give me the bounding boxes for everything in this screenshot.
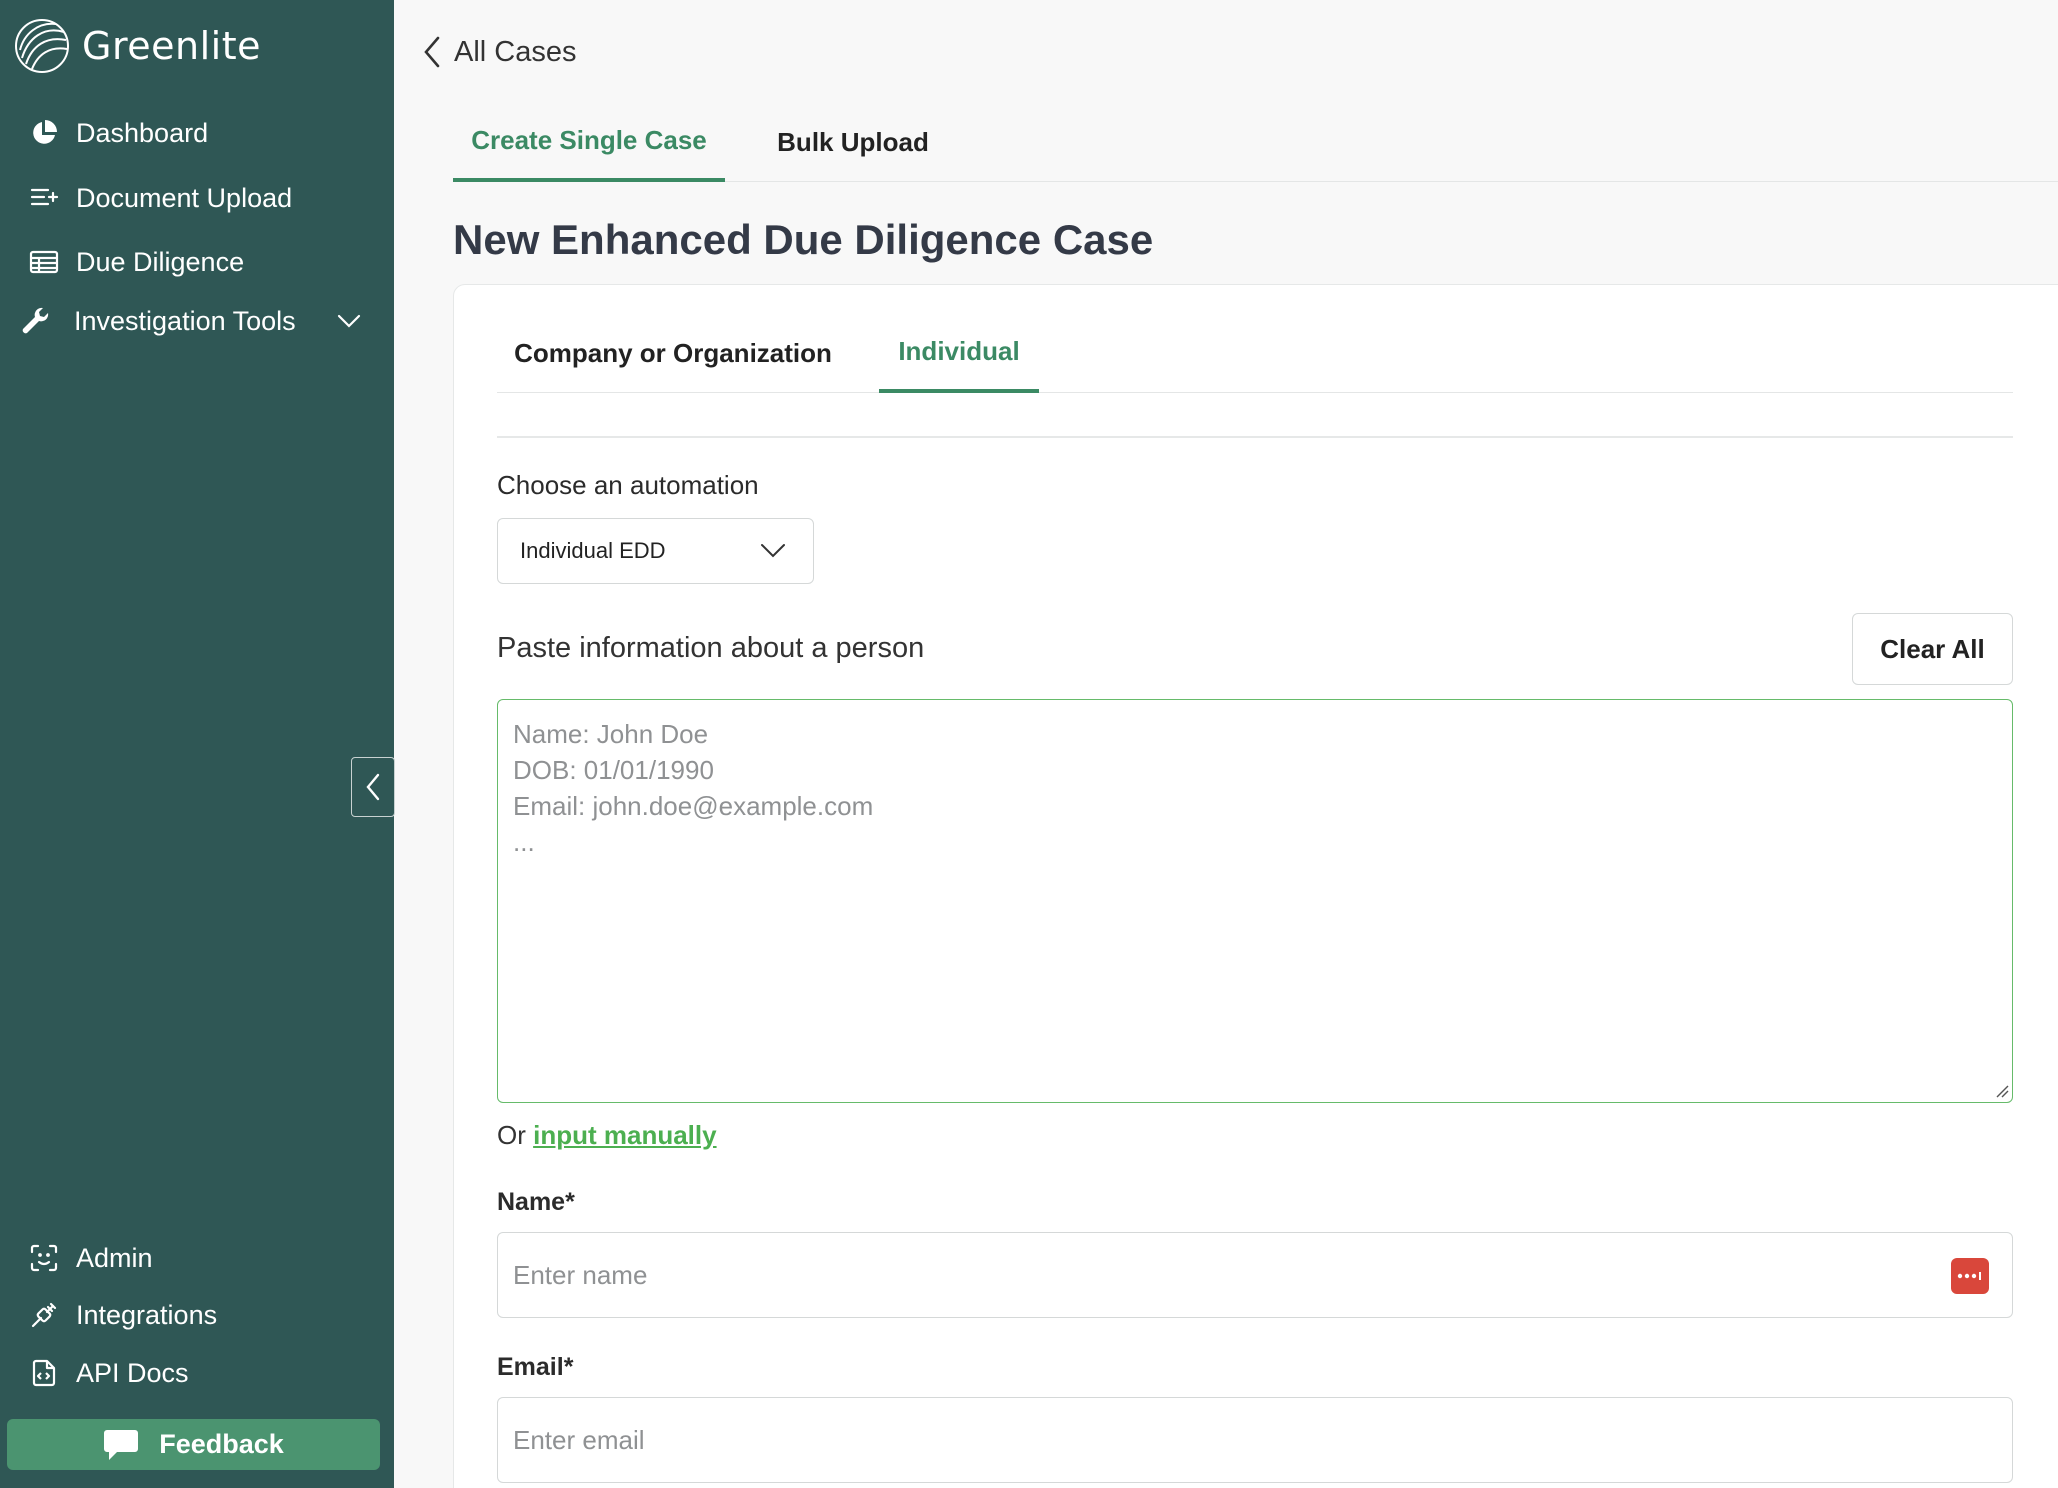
face-scan-icon	[28, 1242, 60, 1274]
email-label: Email*	[497, 1353, 574, 1381]
app-name: Greenlite	[82, 24, 261, 68]
entity-type-tabs: Company or Organization Individual	[497, 320, 2013, 393]
email-input[interactable]	[498, 1398, 2012, 1482]
divider	[497, 436, 2013, 438]
chevron-down-icon	[761, 544, 785, 558]
plug-icon	[28, 1299, 60, 1331]
resize-grip-icon[interactable]	[1995, 1084, 2009, 1098]
case-mode-tabs: Create Single Case Bulk Upload	[453, 112, 2058, 182]
greenlite-logo-icon	[15, 19, 69, 73]
sidebar: Greenlite Dashboard Document Upload Due …	[0, 0, 394, 1488]
tab-company-or-organization[interactable]: Company or Organization	[497, 320, 849, 393]
sidebar-item-label: API Docs	[76, 1357, 189, 1388]
table-icon	[28, 246, 60, 278]
name-input[interactable]	[498, 1233, 2012, 1317]
pie-chart-icon	[28, 117, 60, 149]
sidebar-item-label: Due Diligence	[76, 246, 245, 277]
feedback-label: Feedback	[159, 1429, 284, 1459]
sidebar-item-investigation-tools[interactable]: Investigation Tools	[20, 297, 296, 345]
sidebar-item-api-docs[interactable]: API Docs	[28, 1349, 189, 1397]
sidebar-item-document-upload[interactable]: Document Upload	[28, 174, 292, 222]
back-link-label: All Cases	[454, 35, 577, 68]
tab-individual[interactable]: Individual	[879, 320, 1039, 393]
chat-bubble-icon	[104, 1429, 139, 1460]
sidebar-item-label: Dashboard	[76, 117, 209, 148]
document-code-icon	[28, 1357, 60, 1389]
automation-selected-value: Individual EDD	[520, 538, 666, 563]
wrench-icon	[20, 305, 52, 337]
page-title: New Enhanced Due Diligence Case	[453, 216, 1154, 263]
automation-label: Choose an automation	[497, 470, 759, 500]
automation-select[interactable]: Individual EDD	[497, 518, 814, 584]
sidebar-item-dashboard[interactable]: Dashboard	[28, 109, 208, 157]
manual-input-prefix: Or	[497, 1120, 534, 1150]
tab-bulk-upload[interactable]: Bulk Upload	[743, 112, 963, 182]
sidebar-item-label: Integrations	[76, 1299, 218, 1330]
logo[interactable]: Greenlite	[14, 16, 261, 76]
sidebar-item-label: Investigation Tools	[74, 305, 296, 336]
dots-icon	[1957, 1272, 1981, 1280]
back-to-all-cases-link[interactable]: All Cases	[420, 34, 577, 70]
sidebar-item-admin[interactable]: Admin	[28, 1234, 153, 1282]
paste-info-textarea[interactable]	[497, 699, 2013, 1103]
sidebar-item-label: Admin	[76, 1242, 153, 1273]
collapse-sidebar-button[interactable]	[351, 757, 395, 817]
input-manually-link[interactable]: input manually	[533, 1120, 716, 1150]
name-field	[497, 1232, 2013, 1318]
list-add-icon	[28, 182, 60, 214]
clear-all-button[interactable]: Clear All	[1852, 613, 2013, 685]
sidebar-item-due-diligence[interactable]: Due Diligence	[28, 238, 244, 286]
password-manager-icon[interactable]	[1951, 1258, 1989, 1294]
chevron-down-icon[interactable]	[334, 306, 364, 336]
feedback-button[interactable]: Feedback	[7, 1419, 380, 1470]
sidebar-item-label: Document Upload	[76, 182, 293, 213]
chevron-left-icon	[424, 36, 440, 68]
name-label: Name*	[497, 1188, 575, 1216]
manual-input-line: Or input manually	[497, 1120, 717, 1151]
paste-info-label: Paste information about a person	[497, 632, 925, 664]
chevron-left-icon	[366, 773, 380, 801]
email-field	[497, 1397, 2013, 1483]
tab-create-single-case[interactable]: Create Single Case	[453, 112, 725, 182]
sidebar-item-integrations[interactable]: Integrations	[28, 1291, 217, 1339]
